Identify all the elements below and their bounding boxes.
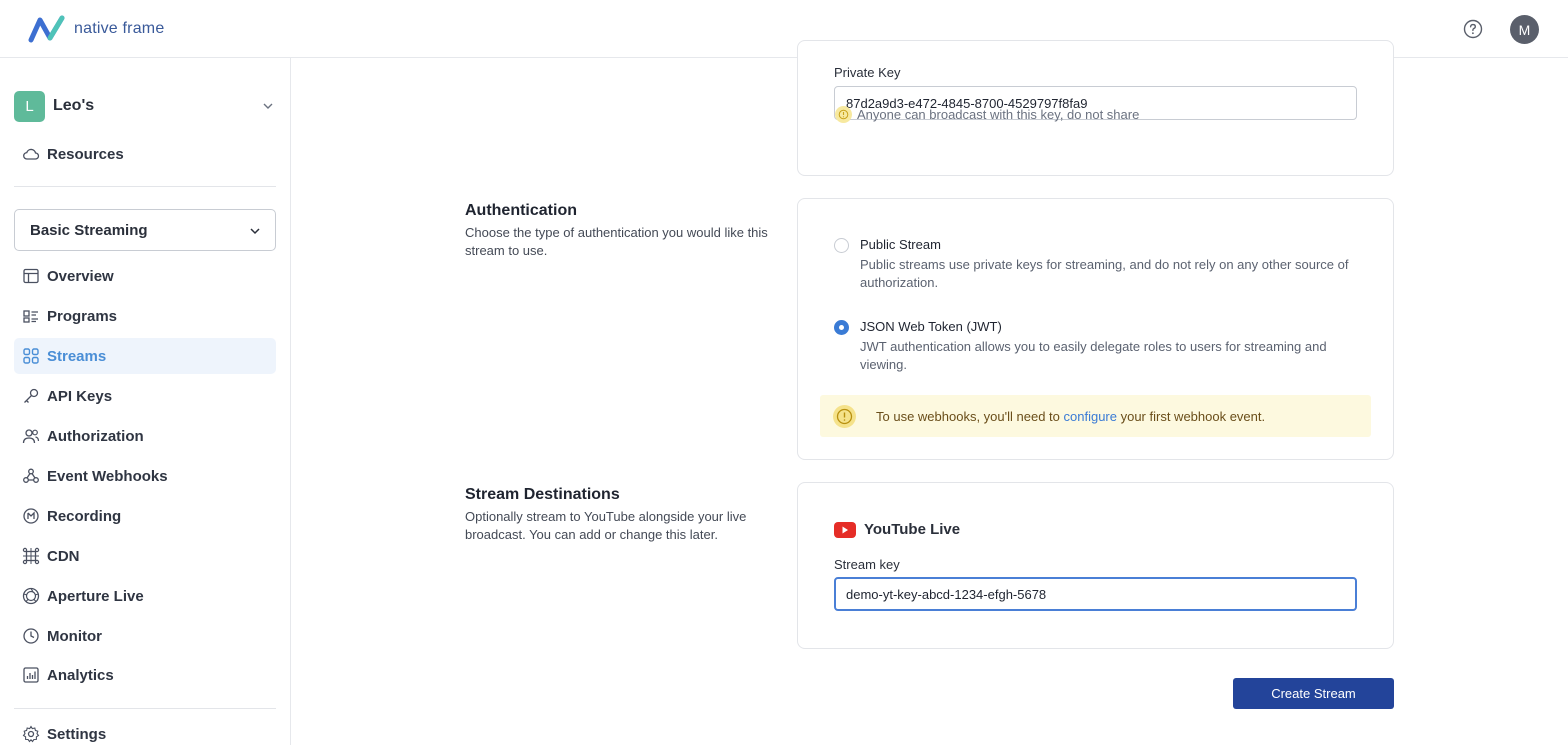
youtube-icon — [834, 521, 856, 538]
native-frame-logo-icon — [28, 15, 65, 43]
notice-text-before: To use webhooks, you'll need to — [876, 408, 1064, 424]
sidebar-item-label: Analytics — [47, 666, 114, 684]
sidebar-item-label: Overview — [47, 267, 114, 285]
sidebar-item-label: Recording — [47, 507, 122, 525]
sidebar: L Leo's Resources Basic Streaming Overvi… — [0, 58, 291, 745]
sidebar-item-label: Event Webhooks — [47, 467, 168, 485]
gear-icon — [22, 725, 40, 743]
sidebar-item-event-webhooks[interactable]: Event Webhooks — [14, 458, 276, 494]
sidebar-item-authorization[interactable]: Authorization — [14, 418, 276, 454]
project-select[interactable]: Basic Streaming — [14, 209, 276, 251]
sidebar-item-programs[interactable]: Programs — [14, 298, 276, 334]
stream-key-label: Stream key — [834, 557, 900, 572]
jwt-option[interactable]: JSON Web Token (JWT) JWT authentication … — [834, 319, 1364, 375]
help-circle-icon[interactable] — [1463, 19, 1483, 39]
sidebar-item-cdn[interactable]: CDN — [14, 538, 276, 574]
sidebar-item-label: Streams — [47, 347, 107, 365]
destinations-description: Optionally stream to YouTube alongside y… — [465, 509, 747, 542]
destinations-card: YouTube Live Stream key — [797, 482, 1394, 649]
clock-icon — [23, 628, 39, 644]
sidebar-divider — [14, 186, 276, 187]
public-stream-option[interactable]: Public Stream Public streams use private… — [834, 237, 1364, 293]
sidebar-item-aperture-live[interactable]: Aperture Live — [14, 578, 276, 614]
brand-name: native frame — [74, 20, 165, 37]
youtube-header: YouTube Live — [834, 521, 960, 538]
programs-icon — [23, 310, 38, 323]
sidebar-item-streams[interactable]: Streams — [14, 338, 276, 374]
sidebar-divider — [14, 708, 276, 709]
sidebar-item-overview[interactable]: Overview — [14, 258, 276, 294]
brand-logo[interactable]: native frame — [28, 14, 164, 44]
sidebar-item-resources[interactable]: Resources — [14, 136, 276, 172]
destinations-title: Stream Destinations — [465, 486, 620, 503]
public-stream-title: Public Stream — [860, 237, 941, 252]
sidebar-item-label: Resources — [47, 145, 124, 163]
public-stream-radio[interactable] — [834, 238, 849, 253]
org-name: Leo's — [53, 97, 95, 114]
grid-icon — [23, 348, 39, 364]
authentication-card: Public Stream Public streams use private… — [797, 198, 1394, 460]
sidebar-item-monitor[interactable]: Monitor — [14, 618, 276, 654]
jwt-description: JWT authentication allows you to easily … — [860, 339, 1327, 372]
user-avatar[interactable]: M — [1510, 15, 1539, 44]
public-stream-description: Public streams use private keys for stre… — [860, 257, 1349, 290]
sidebar-item-settings[interactable]: Settings — [14, 716, 276, 745]
sidebar-item-label: API Keys — [47, 387, 113, 405]
layout-icon — [23, 268, 39, 284]
webhook-notice: To use webhooks, you'll need to configur… — [820, 395, 1371, 437]
sidebar-item-recording[interactable]: Recording — [14, 498, 276, 534]
users-icon — [22, 429, 40, 444]
sidebar-item-label: Programs — [47, 307, 118, 325]
private-key-label: Private Key — [834, 65, 901, 80]
webhook-notice-text: To use webhooks, you'll need to configur… — [876, 409, 1265, 424]
private-key-warning: Anyone can broadcast with this key, do n… — [835, 106, 1139, 123]
chevron-down-icon — [263, 103, 273, 109]
private-key-card: Private Key Anyone can broadcast with th… — [797, 40, 1394, 176]
notice-text-after: your first webhook event. — [1116, 408, 1266, 424]
org-avatar: L — [14, 90, 45, 122]
stream-key-input[interactable] — [834, 577, 1357, 611]
cloud-icon — [23, 148, 40, 160]
chart-icon — [23, 667, 39, 683]
sidebar-item-analytics[interactable]: Analytics — [14, 657, 276, 693]
private-key-warning-text: Anyone can broadcast with this key, do n… — [857, 107, 1140, 122]
authentication-title: Authentication — [465, 202, 577, 219]
sidebar-item-label: Settings — [47, 725, 107, 743]
project-select-value: Basic Streaming — [30, 221, 148, 239]
warning-icon — [835, 106, 852, 123]
sidebar-item-label: Monitor — [47, 627, 102, 645]
create-stream-button[interactable]: Create Stream — [1233, 678, 1394, 709]
jwt-title: JSON Web Token (JWT) — [860, 319, 1002, 334]
cdn-icon — [22, 547, 40, 565]
youtube-title: YouTube Live — [864, 521, 961, 538]
configure-link[interactable]: configure — [1064, 409, 1117, 424]
chevron-down-icon — [250, 228, 260, 235]
jwt-radio[interactable] — [834, 320, 849, 335]
authentication-description: Choose the type of authentication you wo… — [465, 225, 768, 258]
key-icon — [24, 388, 39, 403]
org-switcher[interactable]: L Leo's — [14, 90, 276, 122]
sidebar-item-label: CDN — [47, 547, 80, 565]
record-icon — [23, 508, 39, 524]
sidebar-item-api-keys[interactable]: API Keys — [14, 378, 276, 414]
sidebar-item-label: Authorization — [47, 427, 144, 445]
sidebar-item-label: Aperture Live — [47, 587, 144, 605]
webhook-icon — [23, 468, 39, 483]
aperture-icon — [22, 587, 40, 605]
alert-circle-icon — [833, 404, 856, 428]
